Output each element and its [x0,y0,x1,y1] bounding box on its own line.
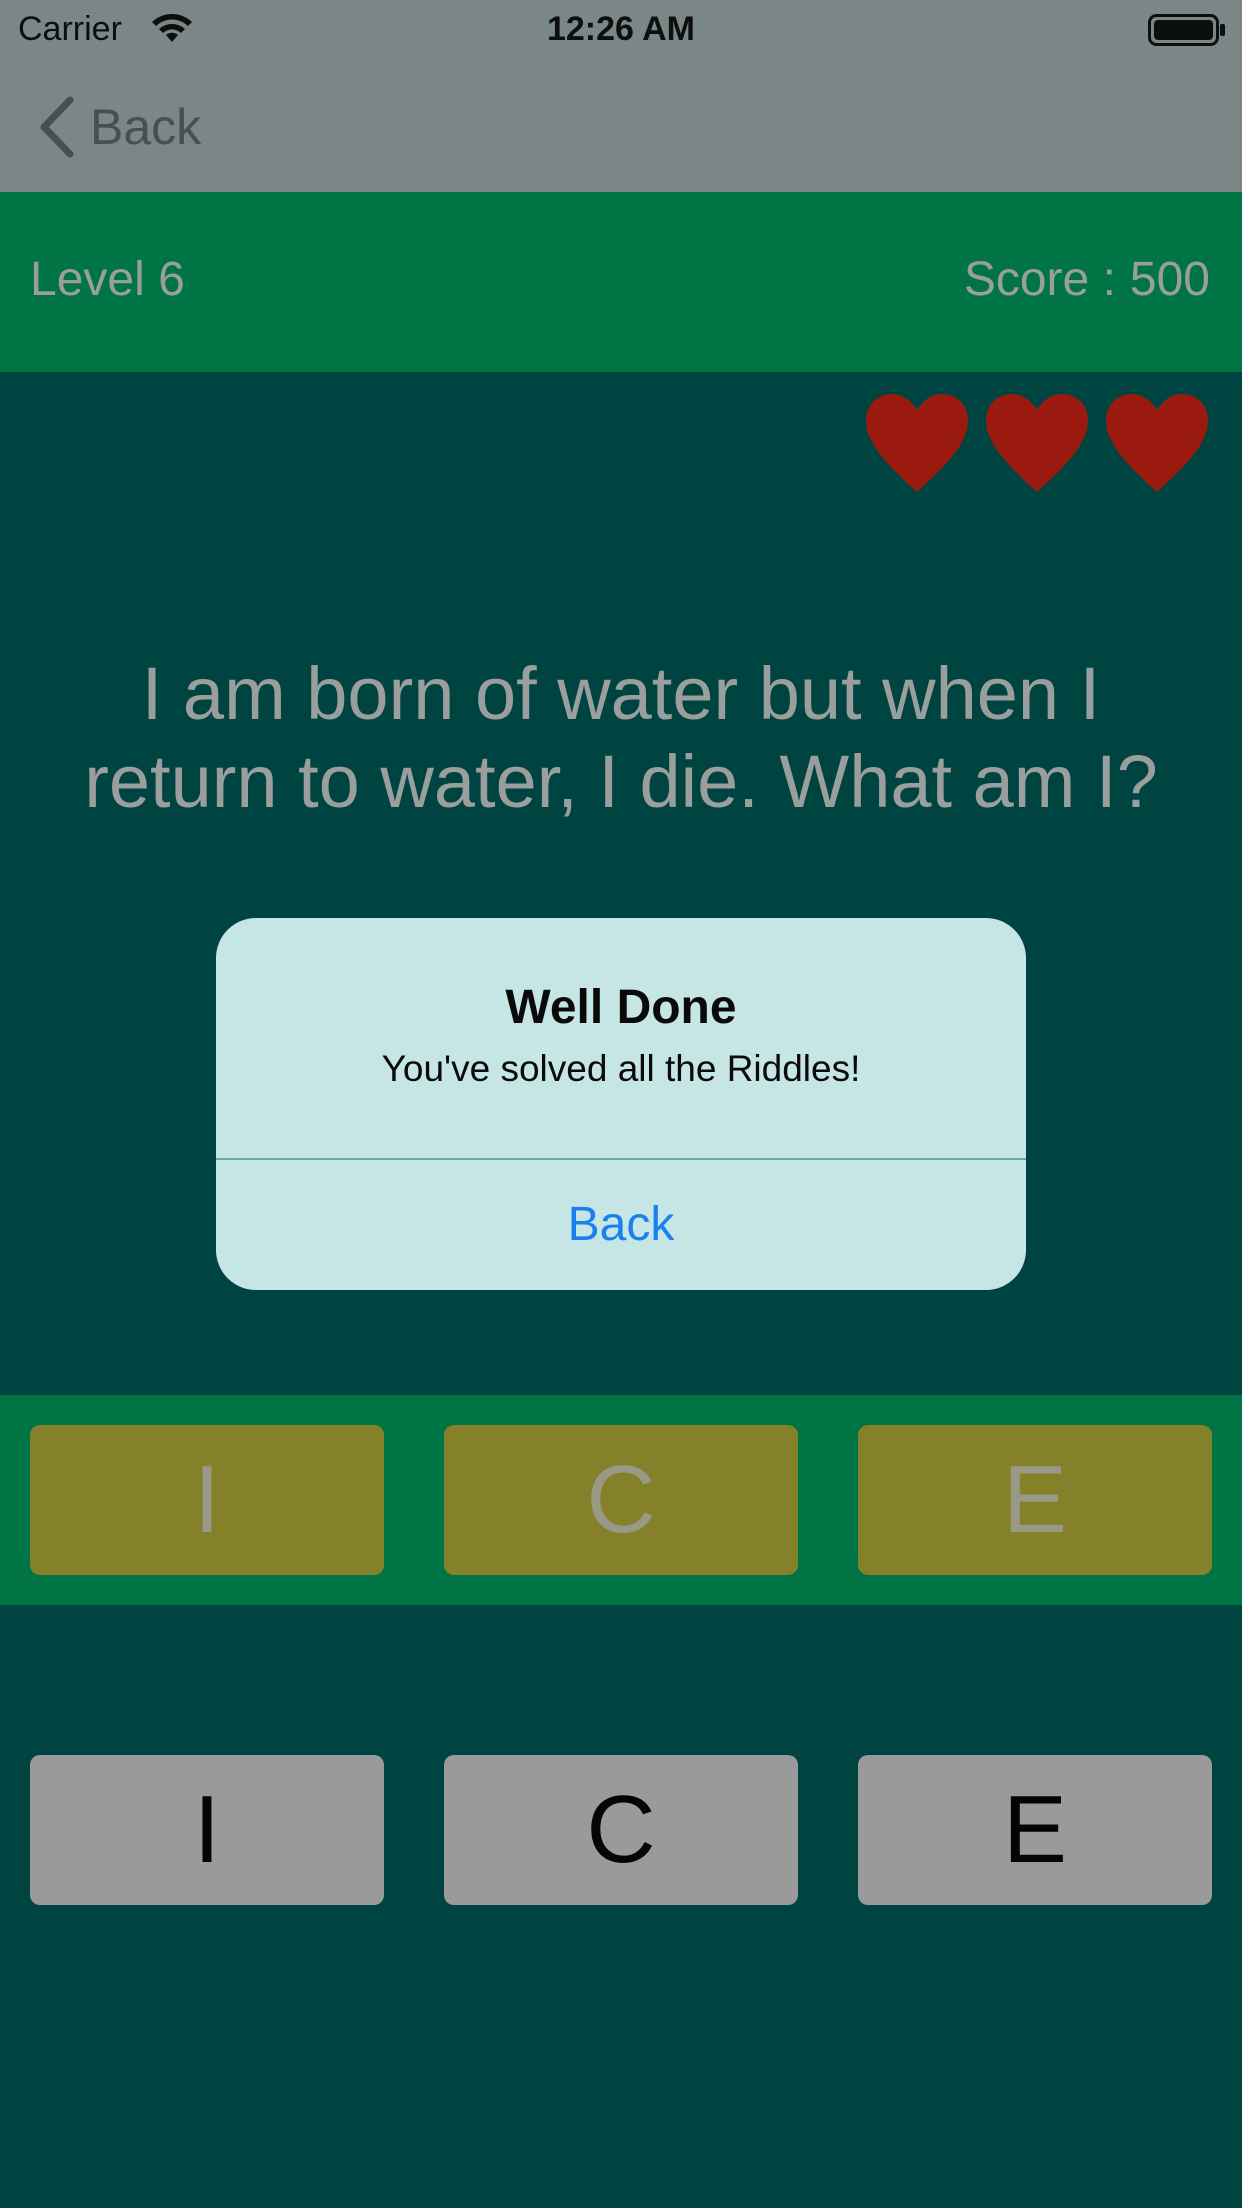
heart-icon [866,394,968,492]
answer-band: I C E [0,1395,1242,1605]
clock-time: 12:26 AM [546,10,696,48]
heart-icon [986,394,1088,492]
score-label: Score : [963,253,1116,306]
status-bar: Carrier 12:26 AM [0,0,1242,60]
alert-title: Well Done [505,981,737,1034]
answer-tile[interactable]: E [858,1425,1212,1575]
score-display: Score : 500 [964,252,1210,307]
letter-tile[interactable]: C [444,1755,798,1905]
chevron-left-icon [40,96,74,158]
answer-tile[interactable]: I [30,1425,384,1575]
completion-alert: Well Done You've solved all the Riddles!… [216,918,1026,1290]
nav-back-button[interactable]: Back [36,92,201,162]
riddle-game-screen: Carrier 12:26 AM Back Level 6 Score : 50… [0,0,1242,2208]
battery-icon [1148,14,1225,46]
letter-tile[interactable]: I [30,1755,384,1905]
score-value: 500 [1129,253,1210,306]
heart-icon [1106,394,1208,492]
lives-hearts [864,392,1210,496]
letter-tile[interactable]: E [858,1755,1212,1905]
alert-message: You've solved all the Riddles! [381,1048,861,1089]
riddle-question: I am born of water but when I return to … [84,652,1158,823]
alert-back-button[interactable]: Back [216,1160,1026,1290]
navigation-bar: Back [0,60,1242,192]
level-label: Level 6 [30,253,185,306]
answer-tile[interactable]: C [444,1425,798,1575]
header-band: Level 6 Score : 500 [0,192,1242,372]
nav-back-label: Back [90,99,202,155]
